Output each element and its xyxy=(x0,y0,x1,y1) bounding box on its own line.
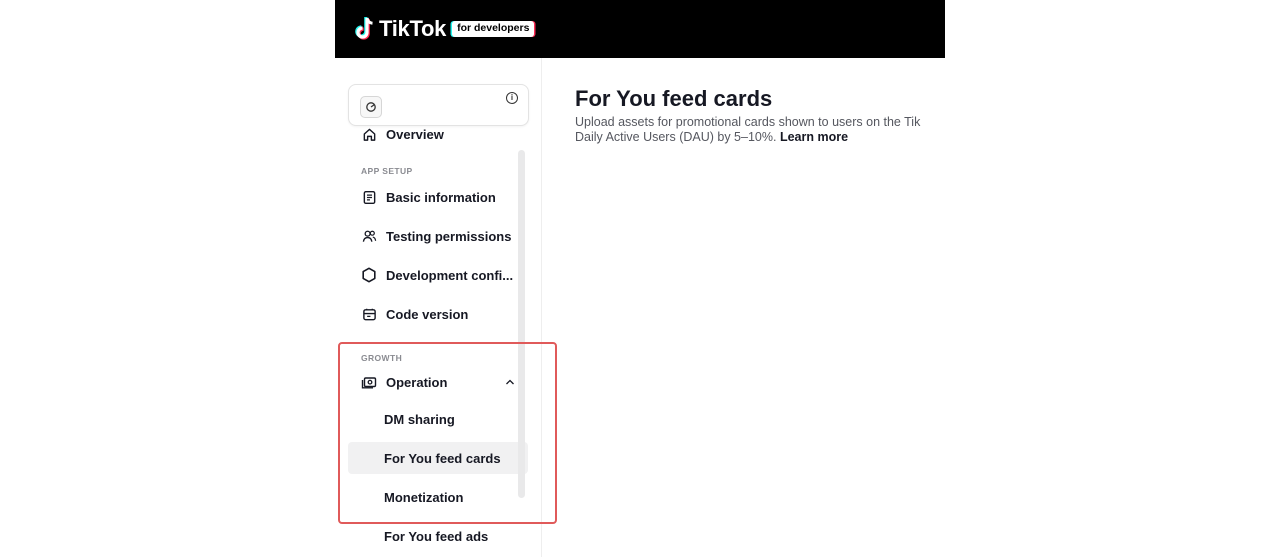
sidebar-item-label: DM sharing xyxy=(384,411,455,427)
app-window: TikTok for developers i Overview APP SET… xyxy=(335,0,945,557)
top-navigation-bar: TikTok for developers xyxy=(335,0,945,58)
page-title: For You feed cards xyxy=(575,86,773,111)
sidebar-item-label: Operation xyxy=(386,374,448,390)
sidebar-item-testing-permissions[interactable]: Testing permissions xyxy=(348,220,528,252)
logo-text[interactable]: TikTok xyxy=(379,16,446,42)
info-icon[interactable]: i xyxy=(506,92,518,104)
sidebar-item-label: Monetization xyxy=(384,489,464,505)
section-label-app-setup: APP SETUP xyxy=(361,166,413,176)
code-box-icon xyxy=(361,306,377,322)
sidebar-item-monetization[interactable]: Monetization xyxy=(348,481,528,513)
document-icon xyxy=(361,189,377,205)
sidebar-item-development-config[interactable]: Development confi... xyxy=(348,259,528,291)
section-label-growth: GROWTH xyxy=(361,353,403,363)
main-content: For You feed cards Upload assets for pro… xyxy=(543,58,945,557)
for-developers-badge[interactable]: for developers xyxy=(452,21,535,37)
money-icon xyxy=(361,374,377,390)
sidebar-item-operation[interactable]: Operation xyxy=(348,366,528,398)
sidebar-item-label: For You feed ads xyxy=(384,528,489,544)
chevron-up-icon[interactable] xyxy=(504,376,516,388)
description-line-2: Daily Active Users (DAU) by 5–10%. Learn… xyxy=(575,130,945,145)
sidebar-item-code-version[interactable]: Code version xyxy=(348,298,528,330)
learn-more-link[interactable]: Learn more xyxy=(780,130,848,144)
sidebar-item-label: Testing permissions xyxy=(386,228,512,244)
description-line-1: Upload assets for promotional cards show… xyxy=(575,115,921,129)
tiktok-logo-icon xyxy=(355,17,373,40)
page-description: Upload assets for promotional cards show… xyxy=(575,115,945,145)
sidebar-item-dm-sharing[interactable]: DM sharing xyxy=(348,403,528,435)
app-cube-icon xyxy=(360,96,382,118)
sidebar-item-basic-information[interactable]: Basic information xyxy=(348,181,528,213)
sidebar-item-overview[interactable]: Overview xyxy=(348,118,528,150)
sidebar-item-for-you-feed-ads[interactable]: For You feed ads xyxy=(348,520,528,552)
sidebar-item-for-you-feed-cards[interactable]: For You feed cards xyxy=(348,442,528,474)
sidebar-item-label: Overview xyxy=(386,126,444,142)
gear-icon xyxy=(361,267,377,283)
home-icon xyxy=(361,126,377,142)
sidebar-item-label: Basic information xyxy=(386,189,496,205)
sidebar-item-label: Code version xyxy=(386,306,469,322)
sidebar-item-label: Development confi... xyxy=(386,267,514,283)
sidebar: i Overview APP SETUP Basic information T… xyxy=(335,58,542,557)
users-icon xyxy=(361,228,377,244)
sidebar-item-label: For You feed cards xyxy=(384,450,501,466)
description-text: Daily Active Users (DAU) by 5–10%. xyxy=(575,130,777,144)
sidebar-scrollbar[interactable] xyxy=(518,150,525,498)
